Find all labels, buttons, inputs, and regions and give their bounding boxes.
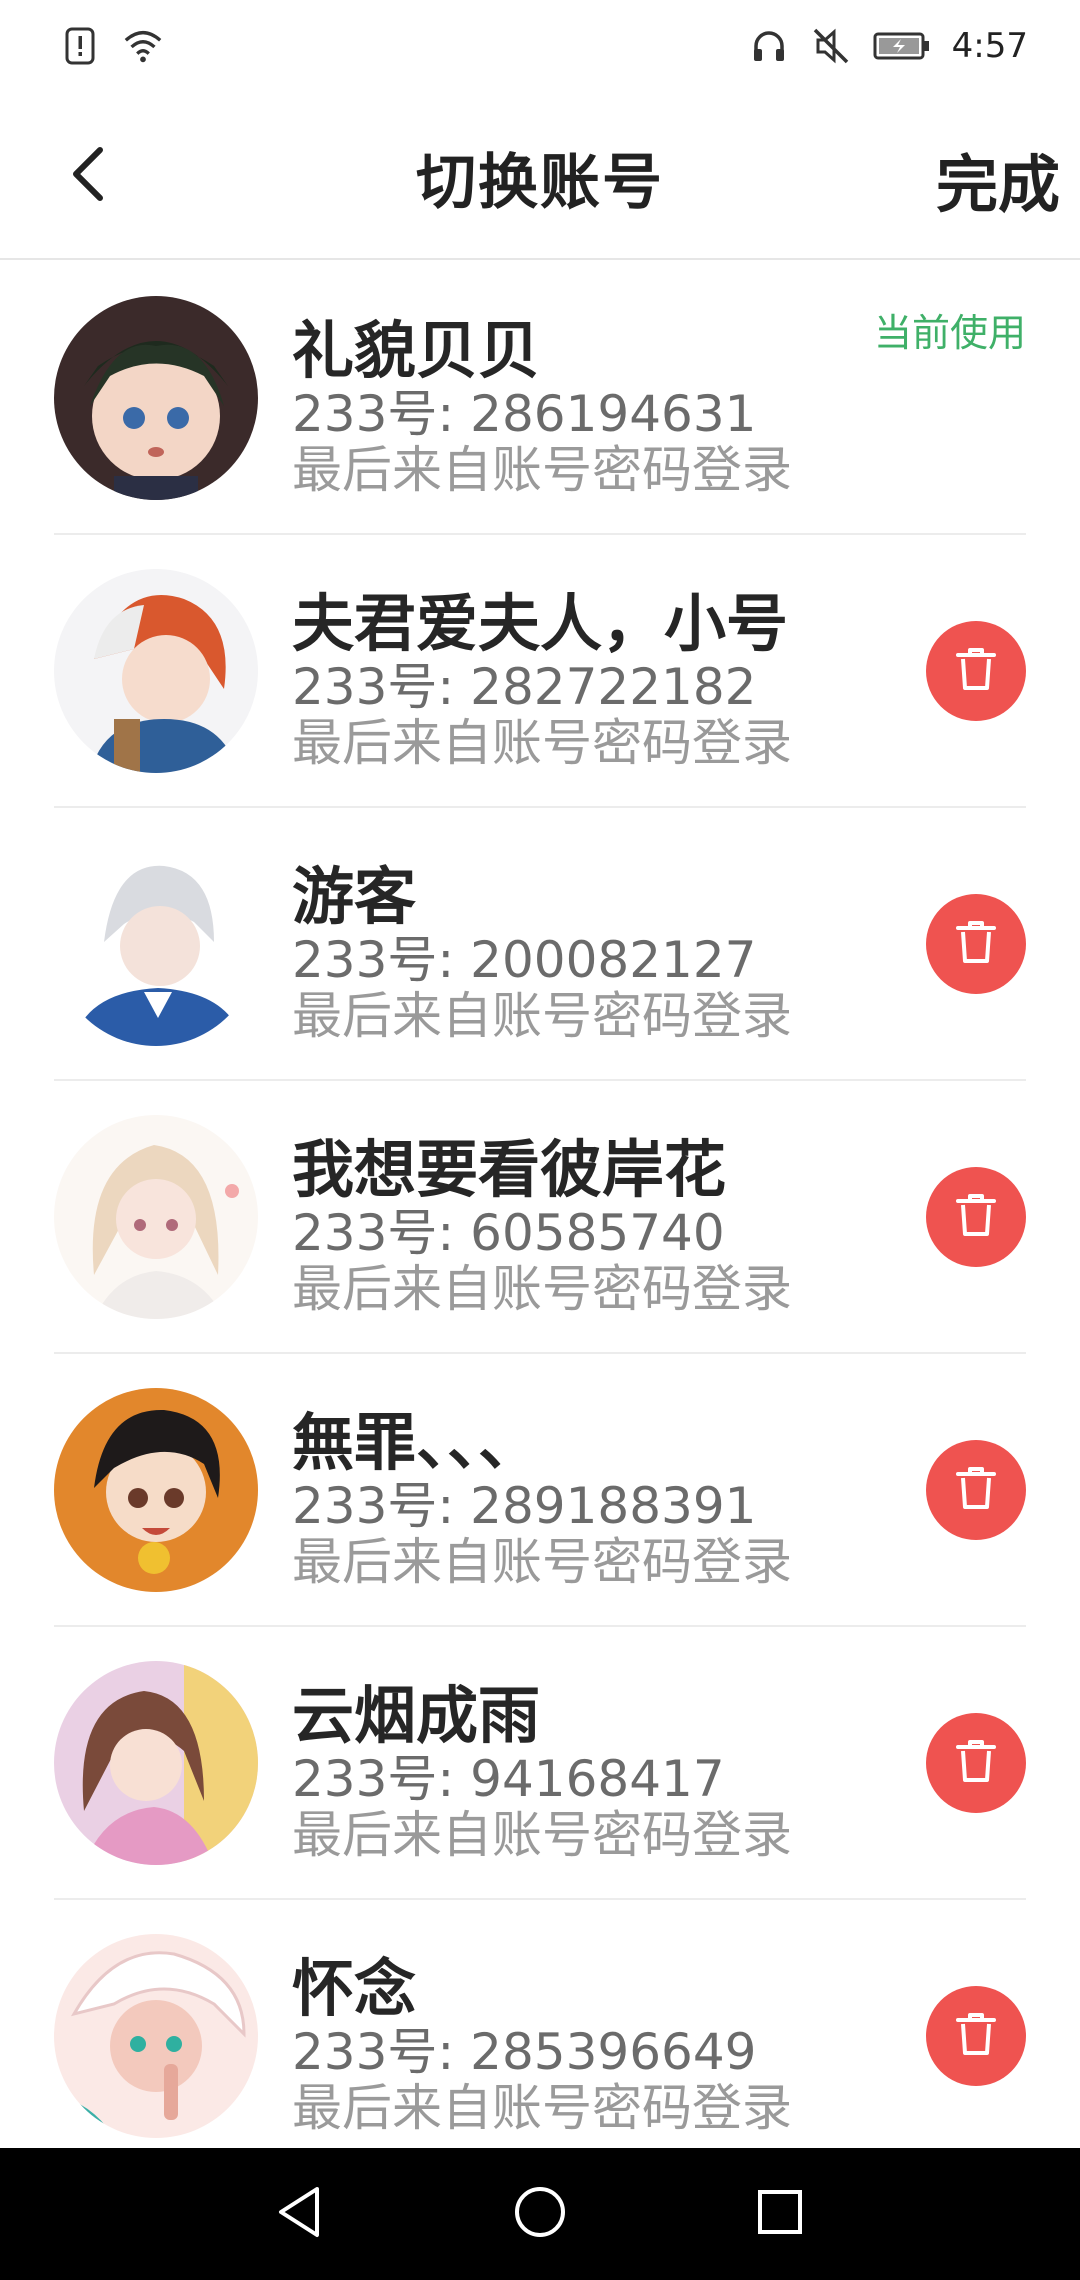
home-circle-icon (513, 2185, 567, 2243)
trash-icon (954, 645, 998, 697)
recents-square-icon (756, 2188, 804, 2240)
trash-icon (954, 2010, 998, 2062)
status-bar: 4:57 (0, 0, 1080, 92)
avatar (54, 569, 258, 773)
delete-account-button[interactable] (926, 1986, 1026, 2086)
page-title: 切换账号 (416, 148, 664, 218)
status-time: 4:57 (951, 26, 1028, 66)
avatar (54, 842, 258, 1046)
account-item[interactable]: 無罪、、、 233号: 289188391 最后来自账号密码登录 (0, 1354, 1080, 1627)
avatar (54, 1115, 258, 1319)
status-left (60, 25, 164, 67)
battery-icon (872, 25, 932, 67)
delete-account-button[interactable] (926, 1167, 1026, 1267)
account-item[interactable]: 云烟成雨 233号: 94168417 最后来自账号密码登录 (0, 1627, 1080, 1900)
last-login-text: 最后来自账号密码登录 (292, 1260, 792, 1318)
nav-back-button[interactable] (268, 2182, 332, 2246)
wifi-icon (122, 25, 164, 67)
account-item[interactable]: 怀念 233号: 285396649 最后来自账号密码登录 (0, 1900, 1080, 2173)
delete-account-button[interactable] (926, 894, 1026, 994)
status-right: 4:57 (748, 25, 1028, 67)
account-list: 礼貌贝贝 233号: 286194631 最后来自账号密码登录 当前使用 夫君爱… (0, 262, 1080, 2173)
account-item[interactable]: 我想要看彼岸花 233号: 60585740 最后来自账号密码登录 (0, 1081, 1080, 1354)
last-login-text: 最后来自账号密码登录 (292, 987, 792, 1045)
last-login-text: 最后来自账号密码登录 (292, 2079, 792, 2137)
current-account-badge: 当前使用 (873, 311, 1026, 355)
nav-recents-button[interactable] (748, 2182, 812, 2246)
avatar (54, 1661, 258, 1865)
done-button[interactable]: 完成 (936, 134, 1060, 224)
trash-icon (954, 1737, 998, 1789)
avatar (54, 1934, 258, 2138)
avatar (54, 296, 258, 500)
back-triangle-icon (275, 2185, 325, 2243)
delete-account-button[interactable] (926, 621, 1026, 721)
header: 切换账号 完成 (0, 92, 1080, 260)
account-item[interactable]: 游客 233号: 200082127 最后来自账号密码登录 (0, 808, 1080, 1081)
navigation-bar (0, 2148, 1080, 2280)
account-item[interactable]: 礼貌贝贝 233号: 286194631 最后来自账号密码登录 当前使用 (0, 262, 1080, 535)
trash-icon (954, 918, 998, 970)
headphones-icon (748, 25, 790, 67)
trash-icon (954, 1464, 998, 1516)
avatar (54, 1388, 258, 1592)
last-login-text: 最后来自账号密码登录 (292, 1806, 792, 1864)
last-login-text: 最后来自账号密码登录 (292, 1533, 792, 1591)
account-item[interactable]: 夫君爱夫人，小号 233号: 282722182 最后来自账号密码登录 (0, 535, 1080, 808)
delete-account-button[interactable] (926, 1440, 1026, 1540)
nav-home-button[interactable] (508, 2182, 572, 2246)
trash-icon (954, 1191, 998, 1243)
delete-account-button[interactable] (926, 1713, 1026, 1813)
alert-icon (60, 25, 102, 67)
last-login-text: 最后来自账号密码登录 (292, 441, 792, 499)
mute-icon (810, 25, 852, 67)
last-login-text: 最后来自账号密码登录 (292, 714, 792, 772)
